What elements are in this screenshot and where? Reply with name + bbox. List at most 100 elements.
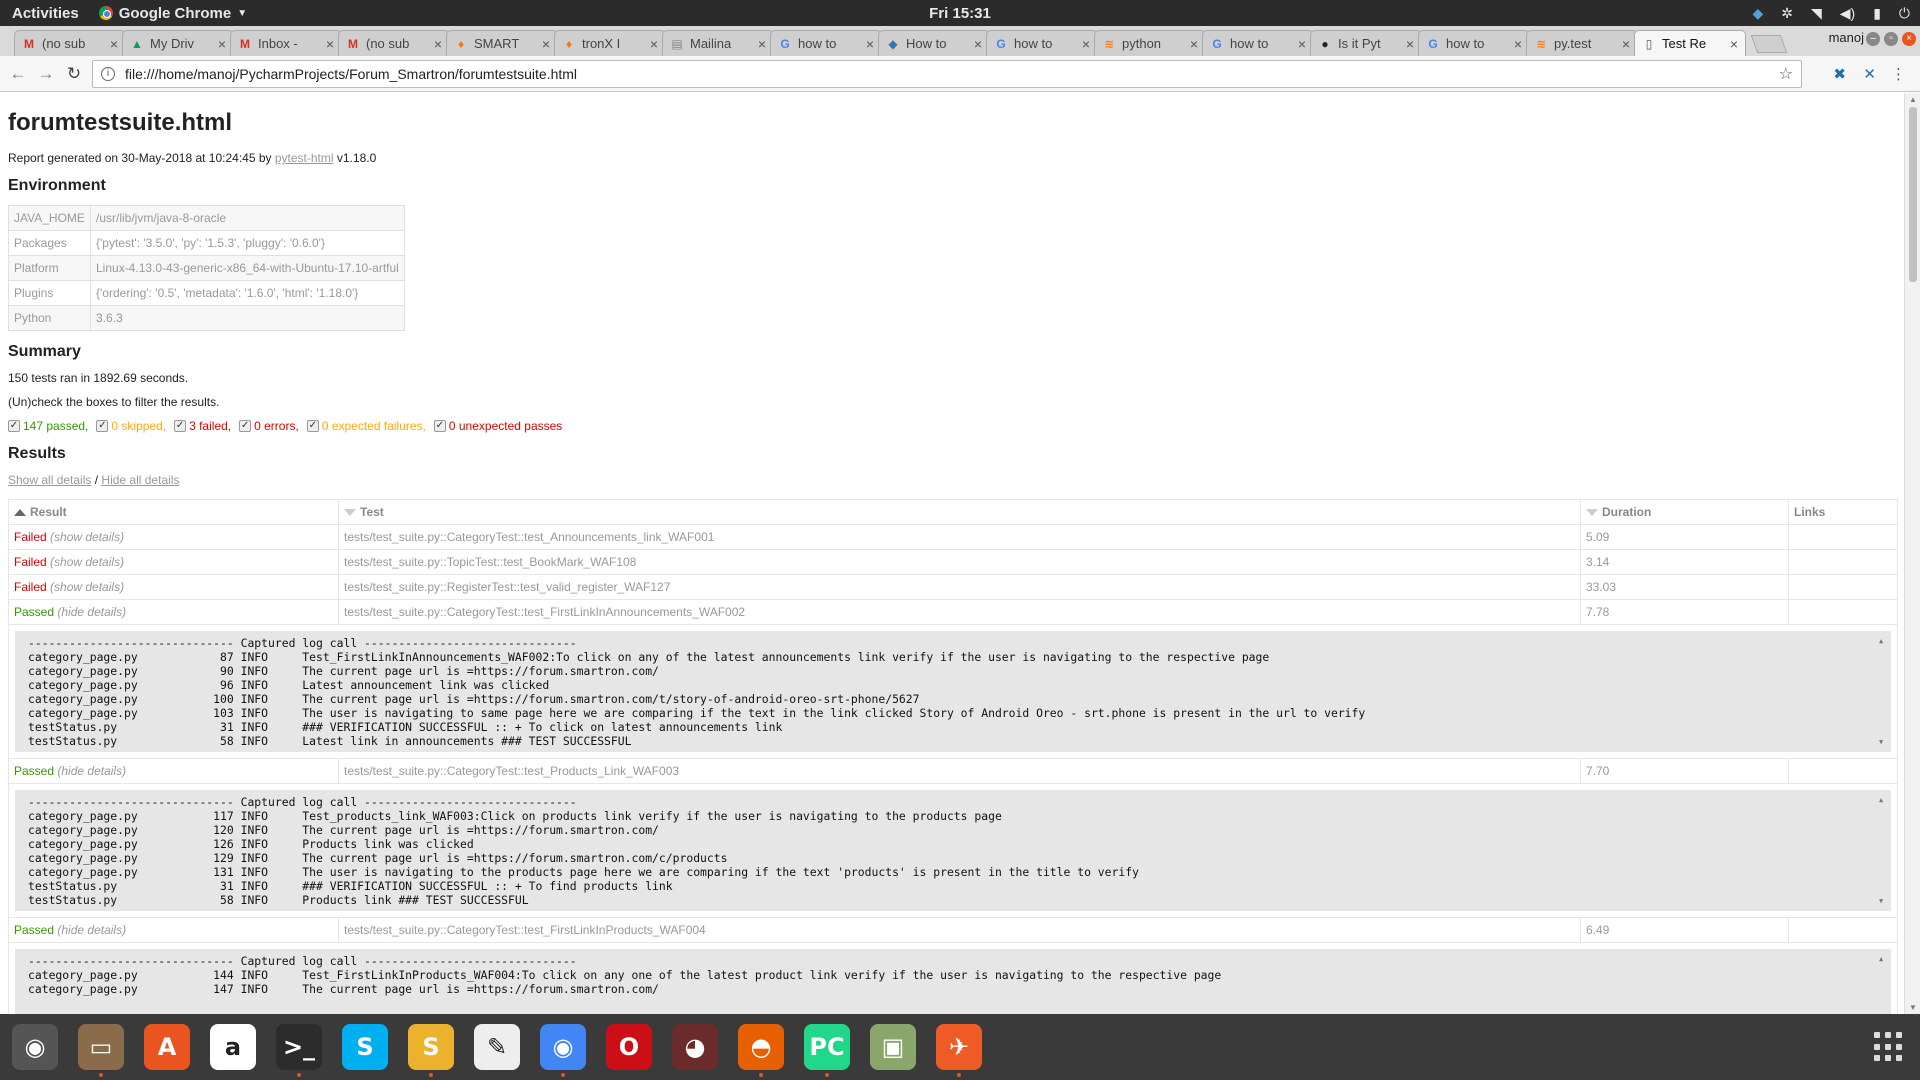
app-menu[interactable]: Google Chrome ▼ <box>98 5 247 22</box>
checkbox-skipped[interactable]: ✓ <box>96 420 109 432</box>
extension-selenium-icon[interactable]: ✕ <box>1863 65 1876 83</box>
maximize-icon[interactable]: ▫ <box>1884 32 1898 46</box>
tab-close-icon[interactable]: × <box>1190 36 1198 52</box>
log-scrollbar[interactable] <box>1876 950 1890 1014</box>
forward-icon[interactable]: → <box>32 64 60 84</box>
captured-log[interactable]: ------------------------------ Captured … <box>15 790 1891 911</box>
browser-tab[interactable]: ♦ SMART × <box>446 30 558 56</box>
checkbox-failed[interactable]: ✓ <box>174 420 187 432</box>
checkbox-xpassed[interactable]: ✓ <box>433 420 446 432</box>
software-center-icon[interactable]: A <box>144 1024 190 1070</box>
browser-tab[interactable]: ≋ py.test × <box>1526 30 1638 56</box>
new-tab-button[interactable] <box>1750 35 1788 53</box>
pycharm-icon[interactable]: PC <box>804 1024 850 1077</box>
close-icon[interactable]: × <box>1902 32 1916 46</box>
column-duration[interactable]: Duration <box>1580 499 1789 525</box>
tab-close-icon[interactable]: × <box>1622 36 1630 52</box>
battery-icon[interactable]: ▮ <box>1873 5 1881 22</box>
tab-close-icon[interactable]: × <box>1082 36 1090 52</box>
address-bar[interactable]: i file:///home/manoj/PycharmProjects/For… <box>92 60 1802 88</box>
checkbox-xfailed[interactable]: ✓ <box>306 420 319 432</box>
url-text[interactable]: file:///home/manoj/PycharmProjects/Forum… <box>125 66 577 82</box>
activities-button[interactable]: Activities <box>0 5 91 22</box>
details-toggle[interactable]: (hide details) <box>57 923 126 937</box>
settings-icon[interactable]: ✲ <box>1781 5 1793 22</box>
files-icon[interactable]: ▭ <box>78 1024 124 1077</box>
pytest-html-link[interactable]: pytest-html <box>275 151 334 165</box>
tab-close-icon[interactable]: × <box>758 36 766 52</box>
filter-xfailed[interactable]: ✓ 0 expected failures, <box>306 419 426 433</box>
filter-errors[interactable]: ✓ 0 errors, <box>239 419 299 433</box>
postman-icon[interactable]: ✈ <box>936 1024 982 1077</box>
tab-close-icon[interactable]: × <box>1298 36 1306 52</box>
scroll-down-icon[interactable]: ▼ <box>1909 1003 1917 1012</box>
power-icon[interactable]: ⏻ <box>1899 5 1910 22</box>
browser-tab[interactable]: ▲ My Driv × <box>122 30 234 56</box>
tab-close-icon[interactable]: × <box>1730 36 1738 52</box>
browser-tab[interactable]: ◆ How to × <box>878 30 990 56</box>
rhythmbox-icon[interactable]: ◉ <box>12 1024 58 1070</box>
wifi-icon[interactable]: ◥ <box>1811 5 1822 22</box>
filter-skipped[interactable]: ✓ 0 skipped, <box>96 419 166 433</box>
browser-tab[interactable]: Ghow to × <box>1202 30 1314 56</box>
image-viewer-icon[interactable]: ▣ <box>870 1024 916 1070</box>
chrome-icon[interactable]: ◉ <box>540 1024 586 1077</box>
checkbox-errors[interactable]: ✓ <box>239 420 252 432</box>
tab-close-icon[interactable]: × <box>866 36 874 52</box>
browser-tab[interactable]: ▤ Mailina × <box>662 30 774 56</box>
details-toggle[interactable]: (show details) <box>50 580 124 594</box>
clock[interactable]: Fri 15:31 <box>929 5 991 22</box>
column-result[interactable]: Result <box>8 499 339 525</box>
hide-all-details-link[interactable]: Hide all details <box>101 473 179 487</box>
filter-xpassed[interactable]: ✓ 0 unexpected passes <box>433 419 562 433</box>
reload-icon[interactable]: ↻ <box>60 64 88 84</box>
browser-tab[interactable]: Ghow to × <box>770 30 882 56</box>
browser-tab[interactable]: M Inbox - × <box>230 30 342 56</box>
log-scrollbar[interactable] <box>1876 632 1890 751</box>
browser-tab[interactable]: M (no sub × <box>338 30 450 56</box>
filter-passed[interactable]: ✓ 147 passed, <box>8 419 88 433</box>
browser-tab[interactable]: Ghow to × <box>986 30 1098 56</box>
scroll-up-icon[interactable]: ▲ <box>1909 95 1917 104</box>
browser-tab[interactable]: ≋ python × <box>1094 30 1206 56</box>
column-test[interactable]: Test <box>338 499 1581 525</box>
tab-close-icon[interactable]: × <box>974 36 982 52</box>
scrollbar-thumb[interactable] <box>1909 107 1917 282</box>
log-scrollbar[interactable] <box>1876 791 1890 910</box>
minimize-icon[interactable]: – <box>1866 32 1880 46</box>
terminal-icon[interactable]: >_ <box>276 1024 322 1077</box>
bookmark-star-icon[interactable]: ☆ <box>1779 64 1793 84</box>
info-icon[interactable]: i <box>101 67 115 81</box>
details-toggle[interactable]: (hide details) <box>57 605 126 619</box>
firefox-icon[interactable]: ◓ <box>738 1024 784 1077</box>
show-all-details-link[interactable]: Show all details <box>8 473 91 487</box>
opera-icon[interactable]: O <box>606 1024 652 1070</box>
tab-close-icon[interactable]: × <box>650 36 658 52</box>
browser-tab[interactable]: M (no sub × <box>14 30 126 56</box>
show-applications-icon[interactable] <box>1874 1032 1904 1062</box>
details-toggle[interactable]: (show details) <box>50 555 124 569</box>
system-tray[interactable]: ◆ ✲ ◥ ◀) ▮ ⏻ <box>1752 5 1910 22</box>
profile-button[interactable]: manoj <box>1829 30 1864 45</box>
captured-log[interactable]: ------------------------------ Captured … <box>15 631 1891 752</box>
menu-kebab-icon[interactable]: ⋮ <box>1891 65 1906 83</box>
hamster-icon[interactable]: ◕ <box>672 1024 718 1070</box>
page-scrollbar[interactable]: ▲ ▼ <box>1904 93 1920 1014</box>
volume-icon[interactable]: ◀) <box>1840 5 1855 22</box>
dropbox-icon[interactable]: ◆ <box>1752 5 1763 22</box>
slack-icon[interactable]: S <box>408 1024 454 1077</box>
checkbox-passed[interactable]: ✓ <box>8 420 20 432</box>
tab-close-icon[interactable]: × <box>434 36 442 52</box>
browser-tab[interactable]: ● Is it Pyt × <box>1310 30 1422 56</box>
captured-log[interactable]: ------------------------------ Captured … <box>15 949 1891 1014</box>
tab-close-icon[interactable]: × <box>542 36 550 52</box>
browser-tab[interactable]: ♦ tronX I × <box>554 30 666 56</box>
tab-close-icon[interactable]: × <box>326 36 334 52</box>
details-toggle[interactable]: (hide details) <box>57 764 126 778</box>
back-icon[interactable]: ← <box>4 64 32 84</box>
text-editor-icon[interactable]: ✎ <box>474 1024 520 1070</box>
browser-tab[interactable]: ▯ Test Re × <box>1634 30 1746 56</box>
amazon-icon[interactable]: a <box>210 1024 256 1070</box>
filter-failed[interactable]: ✓ 3 failed, <box>174 419 231 433</box>
extension-tools-icon[interactable]: ✖ <box>1833 65 1846 83</box>
